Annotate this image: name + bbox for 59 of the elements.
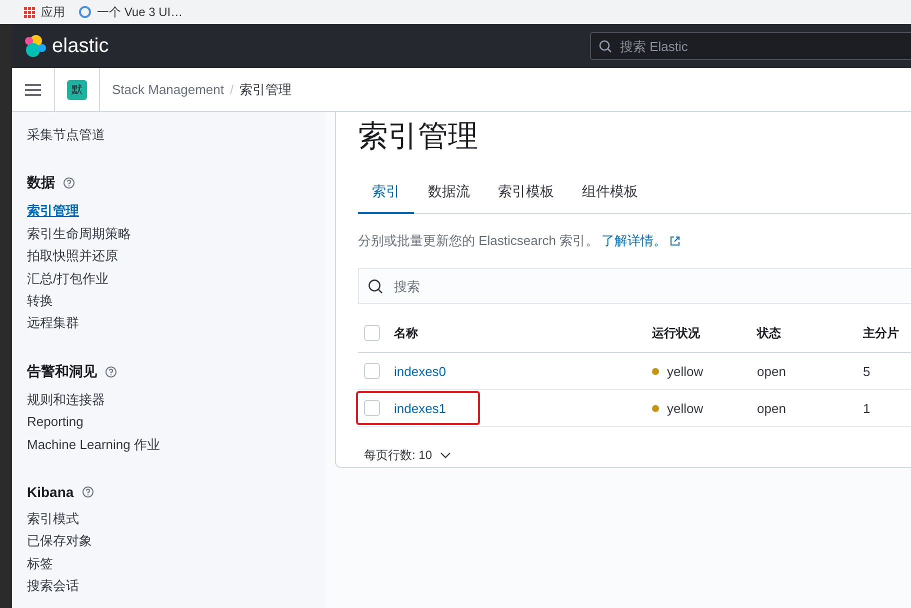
section-title: Kibana [27,484,74,500]
external-link-icon [670,236,680,246]
sidebar-item[interactable]: 汇总/打包作业 [27,268,325,290]
sidebar-item[interactable]: Reporting [27,411,325,434]
tab[interactable]: 组件模板 [568,175,652,214]
breadcrumb-separator: / [230,82,234,97]
bookmark[interactable]: 应用 [24,4,65,20]
sidebar-item[interactable]: 搜索会话 [27,575,325,598]
bookmark[interactable]: 一个 Vue 3 UI… [79,4,183,20]
index-name-link[interactable]: indexes0 [394,364,446,378]
breadcrumb[interactable]: 索引管理 [240,80,292,98]
tab[interactable]: 数据流 [414,175,484,214]
row-checkbox[interactable] [364,400,380,416]
page-title: 索引管理 [358,119,479,155]
table-cell: 1 [863,400,870,416]
table-cell: open [757,364,786,378]
apps-grid-icon [24,6,35,18]
sidebar-item[interactable]: 索引管理 [27,200,325,223]
select-all-checkbox[interactable] [364,325,380,341]
sidebar-item[interactable]: Machine Learning 作业 [27,434,325,456]
table-cell: 5 [863,364,870,378]
sidebar-item[interactable]: 规则和连接器 [27,388,325,412]
sidebar-item[interactable]: 转换 [27,290,325,312]
search-field[interactable]: 搜索 Elastic [590,32,911,60]
sidebar-item[interactable]: 标签 [27,552,325,576]
column-header[interactable]: 状态 [757,326,781,340]
index-name-link[interactable]: indexes1 [394,400,446,416]
help-icon [82,486,94,498]
help-icon [105,366,117,378]
sidebar-item[interactable]: 已保存对象 [27,530,325,553]
sidebar-item[interactable]: 索引生命周期策略 [27,222,325,246]
learn-more-link[interactable]: 了解详情。 [602,232,667,250]
sidebar-item[interactable]: 索引模式 [27,508,325,530]
tab[interactable]: 索引模板 [484,175,568,214]
breadcrumb[interactable]: Stack Management [112,82,224,97]
search-icon [368,279,383,294]
space-avatar[interactable]: 默 [67,80,87,100]
help-icon [63,177,75,190]
chevron-down-icon [440,452,452,459]
column-header[interactable]: 主分片 [863,326,899,340]
site-logo-icon [79,6,91,18]
column-header[interactable]: 名称 [394,326,418,340]
table-cell: open [757,400,786,416]
rows-per-page-button[interactable]: 每页行数: 10 [358,443,458,468]
elastic-logo-icon [22,34,46,58]
sidebar-item[interactable]: 采集节点管道 [27,124,325,146]
sidebar-item[interactable]: 拍取快照并还原 [27,245,325,268]
tab[interactable]: 索引 [358,175,414,214]
section-title: 告警和洞见 [27,362,97,381]
section-title: 数据 [27,174,55,192]
table-cell: yellow [667,364,704,378]
menu-icon [25,84,41,96]
logo-text: elastic [52,34,109,58]
row-checkbox[interactable] [364,363,380,379]
column-header[interactable]: 运行状况 [652,324,700,342]
table-cell: yellow [667,400,704,416]
description-text: 分别或批量更新您的 Elasticsearch 索引。 [358,232,599,250]
sidebar-item[interactable]: 远程集群 [27,312,325,335]
search-icon [599,40,612,53]
